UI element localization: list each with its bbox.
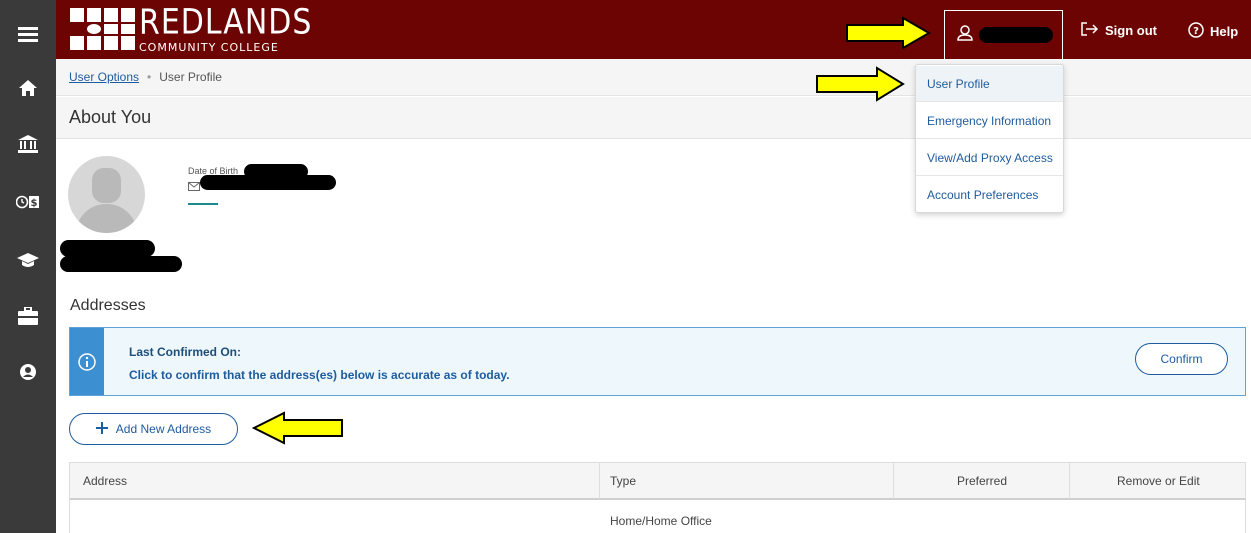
column-header-type[interactable]: Type — [610, 463, 636, 499]
profile-divider — [188, 203, 218, 205]
confirm-button[interactable]: Confirm — [1135, 343, 1228, 375]
breadcrumb-user-options[interactable]: User Options — [69, 70, 139, 84]
college-logo[interactable]: REDLANDS COMMUNITY COLLEGE — [70, 4, 312, 54]
add-new-address-label: Add New Address — [115, 422, 212, 436]
logo-title: REDLANDS — [139, 2, 313, 43]
top-header: REDLANDS COMMUNITY COLLEGE Sign out ? He… — [56, 0, 1251, 59]
redacted-email — [200, 175, 336, 190]
table-row: Home/Home Office — [69, 500, 1246, 533]
menu-item-emergency-information[interactable]: Emergency Information — [916, 103, 1063, 139]
info-icon — [70, 328, 104, 395]
menu-item-account-preferences[interactable]: Account Preferences — [916, 177, 1063, 213]
add-new-address-button[interactable]: Add New Address — [69, 413, 238, 445]
logo-subtitle: COMMUNITY COLLEGE — [139, 40, 279, 54]
finance-icon[interactable]: $ — [0, 182, 56, 222]
menu-item-user-profile[interactable]: User Profile — [916, 66, 1063, 102]
redacted-name — [60, 256, 182, 272]
column-header-remove-edit[interactable]: Remove or Edit — [1117, 463, 1200, 499]
redacted-username — [979, 27, 1053, 43]
help-button[interactable]: ? Help — [1188, 22, 1238, 41]
menu-item-proxy-access[interactable]: View/Add Proxy Access — [916, 140, 1063, 176]
user-menu-button[interactable] — [944, 10, 1063, 59]
column-header-address[interactable]: Address — [83, 463, 127, 499]
breadcrumb-bar: User Options • User Profile — [56, 59, 1251, 96]
sign-out-icon — [1081, 22, 1099, 39]
redacted-name-top — [60, 240, 155, 257]
logo-mark — [70, 8, 135, 50]
home-icon[interactable] — [0, 68, 56, 108]
breadcrumb-current: User Profile — [159, 70, 222, 84]
confirm-alert: Last Confirmed On: Click to confirm that… — [69, 327, 1246, 396]
sign-out-label: Sign out — [1105, 23, 1157, 38]
addresses-table: Address Type Preferred Remove or Edit Ho… — [69, 462, 1246, 533]
help-icon: ? — [1188, 22, 1204, 41]
alert-message: Click to confirm that the address(es) be… — [129, 368, 510, 382]
address-type-cell: Home/Home Office — [610, 514, 712, 528]
help-label: Help — [1210, 24, 1239, 39]
sign-out-button[interactable]: Sign out — [1081, 22, 1157, 39]
mail-icon — [188, 178, 200, 196]
briefcase-icon[interactable] — [0, 296, 56, 336]
graduation-cap-icon[interactable] — [0, 240, 56, 280]
plus-icon — [95, 421, 108, 437]
table-header: Address Type Preferred Remove or Edit — [69, 462, 1246, 500]
alert-title: Last Confirmed On: — [129, 345, 242, 359]
user-dropdown-menu: User Profile Emergency Information View/… — [915, 64, 1064, 213]
user-icon — [957, 24, 973, 46]
app-root: $ REDLANDS COMMUNITY COLLEGE Sign out ? … — [0, 0, 1251, 533]
svg-text:$: $ — [31, 198, 38, 209]
bank-icon[interactable] — [0, 124, 56, 164]
annotation-arrow-left-icon — [252, 411, 343, 445]
breadcrumb: User Options • User Profile — [69, 70, 222, 84]
breadcrumb-separator: • — [147, 70, 152, 84]
annotation-arrow-right-icon — [816, 66, 905, 102]
annotation-arrow-right-icon — [846, 16, 931, 50]
addresses-heading: Addresses — [70, 297, 146, 314]
section-header: About You — [56, 97, 1251, 139]
avatar — [68, 156, 145, 233]
user-circle-icon[interactable] — [0, 352, 56, 392]
left-sidebar: $ — [0, 0, 56, 533]
menu-icon[interactable] — [0, 14, 56, 54]
svg-text:?: ? — [1193, 26, 1199, 37]
column-header-preferred[interactable]: Preferred — [957, 463, 1007, 499]
page-title: About You — [69, 107, 152, 127]
